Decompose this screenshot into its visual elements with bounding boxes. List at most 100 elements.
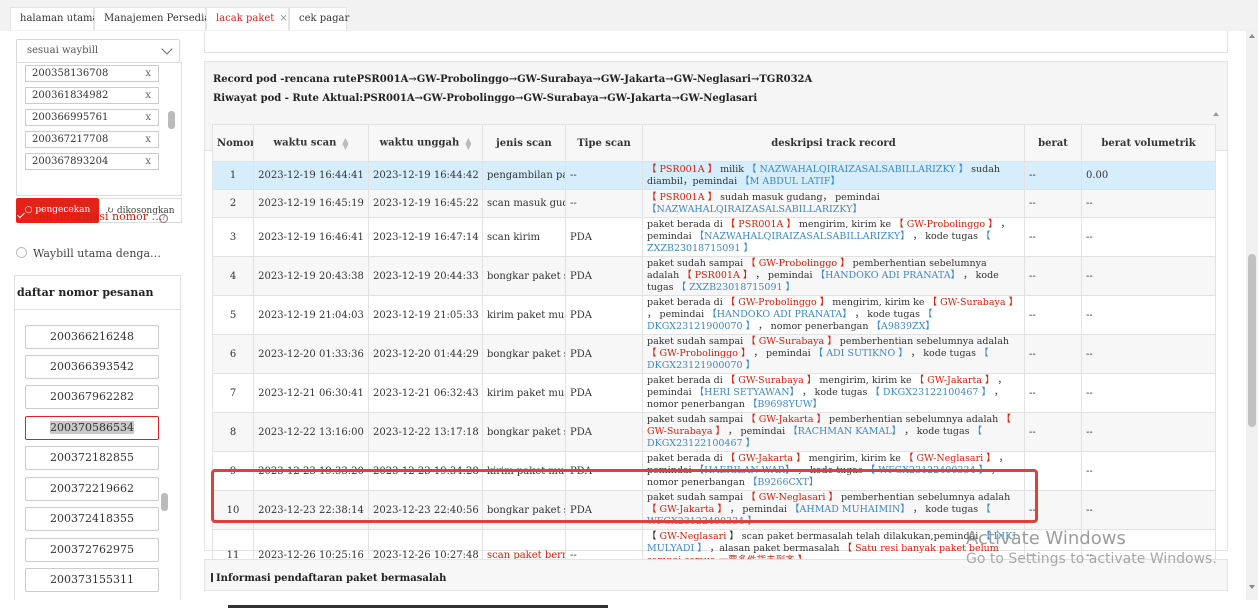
description-segment: paket sudah sampai <box>647 258 747 269</box>
tab-track-package[interactable]: lacak paket × <box>206 7 289 30</box>
sort-icon[interactable]: ▲ ▼ <box>465 136 471 150</box>
waybill-chip[interactable]: 200367893204 x <box>25 153 159 170</box>
tab-home[interactable]: halaman utama <box>10 7 99 30</box>
cell-number: 9 <box>212 451 254 491</box>
actual-route: Riwayat pod - Rute Aktual:PSR001A→GW-Pro… <box>213 93 758 104</box>
cell-scan-type: PDA <box>565 295 643 335</box>
tab-inventory[interactable]: Manajemen Persediaan <box>94 7 223 30</box>
cell-weight: -- <box>1024 412 1082 452</box>
description-segment: ， pemindai <box>752 270 816 281</box>
page-scrollbar[interactable] <box>1246 31 1258 592</box>
cell-volumetric-weight: -- <box>1081 334 1216 374</box>
remove-icon[interactable]: x <box>145 110 151 125</box>
cell-description: paket sudah sampai 【 GW-Surabaya 】 pembe… <box>642 334 1025 374</box>
description-segment: pemberhentian sebelumnya adalah <box>836 336 1009 347</box>
table-row[interactable]: 2 2023-12-19 16:45:19 2023-12-19 16:45:22 s… <box>212 189 1216 218</box>
table-row[interactable]: 4 2023-12-19 20:43:38 2023-12-19 20:44:33 b… <box>212 256 1216 296</box>
order-list-item[interactable]: 200372219662 <box>25 477 159 501</box>
table-row[interactable]: 9 2023-12-23 19:33:20 2023-12-23 19:34:28 k… <box>212 451 1216 491</box>
scroll-down-icon[interactable] <box>1249 585 1255 589</box>
cell-weight: -- <box>1024 189 1082 218</box>
waybill-chip[interactable]: 200367217708 x <box>25 131 159 148</box>
description-segment: ， kode tugas <box>799 387 871 398</box>
description-segment: GW-Neglasari <box>659 531 727 542</box>
col-volumetric-weight: berat volumetrik <box>1081 124 1216 162</box>
order-list-item[interactable]: 200367962282 <box>25 385 159 409</box>
description-segment: 【 GW-Probolinggo 】 <box>647 348 751 359</box>
cell-upload-time: 2023-12-23 19:34:28 <box>368 451 483 491</box>
order-list-item[interactable]: 200372418355 <box>25 507 159 531</box>
order-list-scrollbar[interactable] <box>161 493 168 511</box>
description-segment: 【 NAZWAHALQIRAIZASALSABILLARIZKY 】 <box>747 163 969 175</box>
cell-number: 6 <box>212 334 254 374</box>
cell-scan-type: PDA <box>565 412 643 452</box>
description-segment: 【 GW-Surabaya 】 <box>746 336 837 347</box>
cell-volumetric-weight: 0.00 <box>1081 161 1216 190</box>
waybill-input-list[interactable]: 200358136708 x 200361834982 x 200366995761 x 2… <box>16 62 182 196</box>
description-segment: paket sudah sampai <box>647 336 747 347</box>
scroll-up-icon[interactable] <box>1249 34 1255 38</box>
cell-description: paket berada di 【 PSR001A 】 mengirim, ki… <box>642 217 1025 257</box>
remove-icon[interactable]: x <box>145 66 151 81</box>
description-segment: 【NAZWAHALQIRAIZASALSABILLARIZKY】 <box>694 231 910 242</box>
col-scan-time[interactable]: waktu scan ▲ ▼ <box>253 124 369 162</box>
description-segment: mengirim, kirim ke <box>816 375 915 386</box>
order-list-item[interactable]: 200366216248 <box>25 325 159 349</box>
help-icon[interactable]: ? <box>159 214 168 223</box>
cell-scan-kind: bongkar paket sampai <box>482 412 566 452</box>
description-segment: paket sudah sampai <box>647 492 747 503</box>
order-list-item[interactable]: 200370586534 <box>25 416 159 440</box>
col-upload-time[interactable]: waktu unggah ▲ ▼ <box>368 124 483 162</box>
waybill-chip[interactable]: 200361834982 x <box>25 87 159 104</box>
description-segment: ， pemindai <box>647 309 708 320</box>
cell-scan-time: 2023-12-23 19:33:20 <box>253 451 369 491</box>
waybill-chip[interactable]: 200358136708 x <box>25 65 159 82</box>
cell-scan-kind: bongkar paket sampai <box>482 256 566 296</box>
table-row[interactable]: 1 2023-12-19 16:44:41 2023-12-19 16:44:42 p… <box>212 161 1216 190</box>
cell-scan-time: 2023-12-19 16:44:41 <box>253 161 369 190</box>
table-row[interactable]: 7 2023-12-21 06:30:41 2023-12-21 06:32:43 k… <box>212 373 1216 413</box>
search-type-select[interactable]: sesuai waybill <box>16 39 180 63</box>
cell-upload-time: 2023-12-19 16:44:42 <box>368 161 483 190</box>
waybill-chip[interactable]: 200366995761 x <box>25 109 159 126</box>
description-segment: sudah masuk gudang， pemindai <box>717 191 880 203</box>
radio-icon <box>16 247 27 258</box>
remove-icon[interactable]: x <box>145 154 151 169</box>
table-row[interactable]: 8 2023-12-22 13:16:00 2023-12-22 13:17:18 b… <box>212 412 1216 452</box>
table-row[interactable]: 10 2023-12-23 22:38:14 2023-12-23 22:40:56… <box>212 490 1216 530</box>
cell-scan-type: PDA <box>565 490 643 530</box>
option-main-waybill[interactable]: Waybill utama denga… <box>16 247 161 260</box>
order-list-item[interactable]: 200373155311 <box>25 568 159 592</box>
description-segment: ，alasan paket bermasalah <box>706 543 843 554</box>
remove-icon[interactable]: x <box>145 132 151 147</box>
description-segment: 【HAERILAN WAR】 <box>694 465 795 476</box>
cell-scan-time: 2023-12-23 22:38:14 <box>253 490 369 530</box>
description-segment: 【B9266CXT】 <box>747 477 819 488</box>
description-segment: paket sudah sampai <box>647 414 747 425</box>
waybill-scrollbar[interactable] <box>168 111 175 129</box>
tab-check-fence[interactable]: cek pagar <box>289 7 349 30</box>
cell-number: 5 <box>212 295 254 335</box>
cell-scan-kind: scan masuk gudang <box>482 189 566 218</box>
order-list-item[interactable]: 200366393542 <box>25 355 159 379</box>
option-order-info[interactable]: cek informasi nomor … <box>16 210 163 223</box>
cell-volumetric-weight: -- <box>1081 189 1216 218</box>
main-content: Record pod -rencana rutePSR001A→GW-Probo… <box>196 31 1246 608</box>
table-row[interactable]: 6 2023-12-20 01:33:36 2023-12-20 01:44:29 b… <box>212 334 1216 374</box>
table-row[interactable]: 3 2023-12-19 16:46:41 2023-12-19 16:47:14 s… <box>212 217 1216 257</box>
sort-icon[interactable]: ▲ ▼ <box>342 136 348 150</box>
table-row[interactable]: 5 2023-12-19 21:04:03 2023-12-19 21:05:33 k… <box>212 295 1216 335</box>
order-list-item[interactable]: 200372762975 <box>25 538 159 562</box>
collapse-icon[interactable] <box>1213 112 1219 116</box>
order-list-item[interactable]: 200372182855 <box>25 446 159 470</box>
cell-scan-kind: kirim paket muatan <box>482 373 566 413</box>
description-segment: paket berada di <box>647 375 726 386</box>
close-icon[interactable]: × <box>279 13 287 24</box>
cell-scan-time: 2023-12-19 20:43:38 <box>253 256 369 296</box>
cell-scan-type: PDA <box>565 451 643 491</box>
scroll-thumb[interactable] <box>1248 254 1256 427</box>
cell-scan-type: PDA <box>565 334 643 374</box>
remove-icon[interactable]: x <box>145 88 151 103</box>
cell-volumetric-weight: -- <box>1081 373 1216 413</box>
cell-number: 10 <box>212 490 254 530</box>
